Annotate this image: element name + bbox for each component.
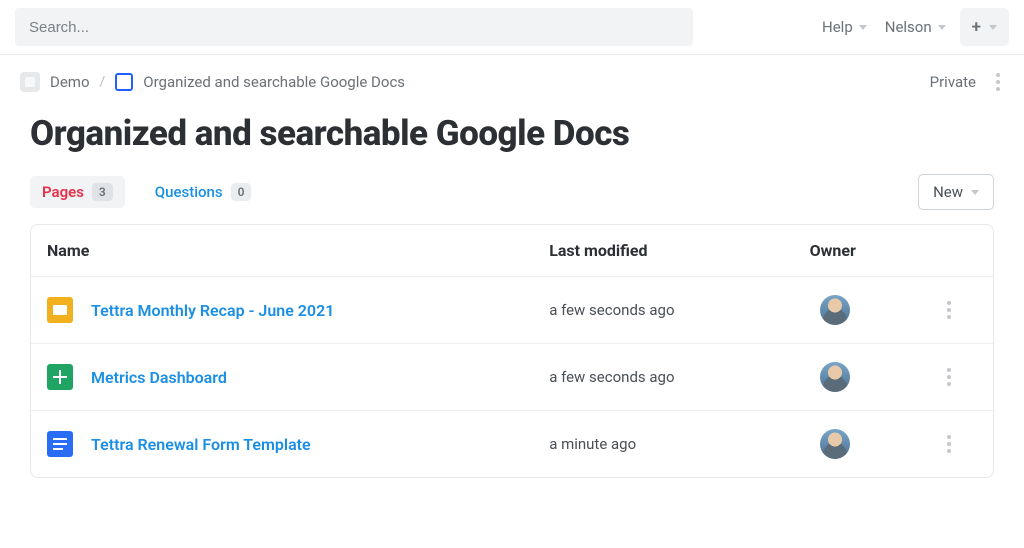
modified-cell: a few seconds ago: [549, 368, 809, 386]
tab-pages-count: 3: [92, 183, 113, 201]
tab-questions-label: Questions: [155, 183, 223, 201]
breadcrumb-current: Organized and searchable Google Docs: [143, 73, 405, 91]
chevron-down-icon: [971, 190, 979, 195]
modified-cell: a few seconds ago: [549, 301, 809, 319]
row-more-menu[interactable]: [943, 297, 955, 323]
row-more-menu[interactable]: [943, 364, 955, 390]
help-label: Help: [822, 18, 853, 36]
page-more-menu[interactable]: [992, 69, 1004, 95]
avatar[interactable]: [820, 362, 850, 392]
page-title: Organized and searchable Google Docs: [0, 95, 1024, 174]
chevron-down-icon: [938, 25, 946, 30]
table-row: Tettra Renewal Form Template a minute ag…: [31, 410, 993, 477]
tab-questions[interactable]: Questions 0: [143, 176, 264, 208]
row-more-menu[interactable]: [943, 431, 955, 457]
table-row: Metrics Dashboard a few seconds ago: [31, 343, 993, 410]
doc-link[interactable]: Metrics Dashboard: [91, 368, 227, 387]
sheets-icon: [47, 364, 73, 390]
visibility-label[interactable]: Private: [930, 73, 976, 91]
tab-row: Pages 3 Questions 0 New: [0, 174, 1024, 224]
tab-pages-label: Pages: [42, 183, 84, 201]
col-name: Name: [47, 241, 549, 260]
user-label: Nelson: [885, 18, 932, 36]
help-menu[interactable]: Help: [818, 12, 871, 42]
chevron-down-icon: [859, 25, 867, 30]
modified-cell: a minute ago: [549, 435, 809, 453]
user-menu[interactable]: Nelson: [881, 12, 950, 42]
breadcrumb-separator: /: [100, 74, 106, 90]
plus-icon: +: [972, 17, 981, 37]
avatar[interactable]: [820, 429, 850, 459]
new-button-label: New: [933, 183, 963, 201]
slides-icon: [47, 297, 73, 323]
workspace-icon: [20, 72, 40, 92]
search-input[interactable]: [15, 8, 693, 46]
table-header: Name Last modified Owner: [31, 225, 993, 276]
docs-icon: [47, 431, 73, 457]
new-button[interactable]: New: [918, 174, 994, 210]
folder-icon: [115, 73, 133, 91]
breadcrumb-root[interactable]: Demo: [50, 73, 90, 91]
breadcrumb: Demo / Organized and searchable Google D…: [0, 55, 1024, 95]
chevron-down-icon: [989, 25, 997, 30]
tab-questions-count: 0: [231, 183, 252, 201]
doc-table: Name Last modified Owner Tettra Monthly …: [30, 224, 994, 478]
avatar[interactable]: [820, 295, 850, 325]
col-modified: Last modified: [549, 241, 809, 260]
create-button[interactable]: +: [960, 8, 1009, 46]
col-owner: Owner: [810, 241, 922, 260]
doc-link[interactable]: Tettra Renewal Form Template: [91, 435, 311, 454]
table-row: Tettra Monthly Recap - June 2021 a few s…: [31, 276, 993, 343]
doc-link[interactable]: Tettra Monthly Recap - June 2021: [91, 301, 334, 320]
tab-pages[interactable]: Pages 3: [30, 176, 125, 208]
topbar: Help Nelson +: [0, 0, 1024, 55]
